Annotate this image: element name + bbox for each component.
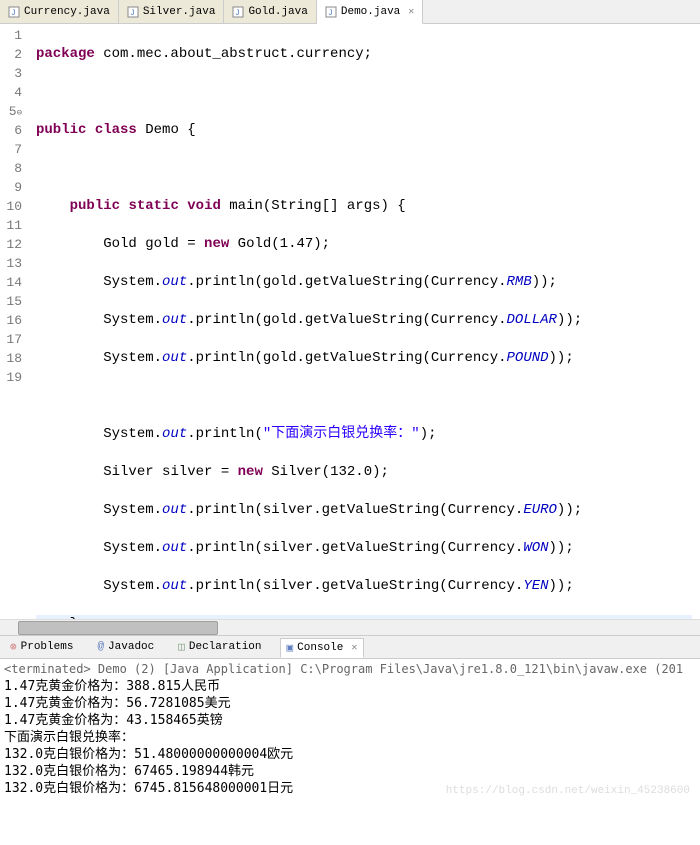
java-file-icon: J [8, 6, 20, 18]
code-line: System.out.println(gold.getValueString(C… [36, 273, 692, 292]
line-number: 18 [4, 349, 22, 368]
java-file-icon: J [325, 6, 337, 18]
tab-label: Silver.java [143, 6, 216, 18]
tab-gold[interactable]: J Gold.java [224, 0, 316, 23]
code-line [36, 387, 692, 406]
view-tabs: ⊗ Problems @ Javadoc ◫ Declaration ▣ Con… [0, 635, 700, 659]
svg-text:J: J [328, 9, 333, 18]
tab-silver[interactable]: J Silver.java [119, 0, 225, 23]
code-line: package com.mec.about_abstruct.currency; [36, 45, 692, 64]
code-line: System.out.println("下面演示白银兑换率："); [36, 425, 692, 444]
code-line: public class Demo { [36, 121, 692, 140]
fold-icon[interactable]: ⊖ [17, 108, 22, 118]
line-number: 5⊖ [4, 102, 22, 121]
java-file-icon: J [127, 6, 139, 18]
close-icon[interactable]: ✕ [408, 6, 414, 18]
line-number: 1 [4, 26, 22, 45]
code-line: System.out.println(silver.getValueString… [36, 539, 692, 558]
horizontal-scrollbar[interactable] [0, 619, 700, 635]
line-number: 3 [4, 64, 22, 83]
code-line: System.out.println(silver.getValueString… [36, 501, 692, 520]
view-label: Declaration [189, 641, 262, 653]
view-label: Problems [21, 641, 74, 653]
code-line: System.out.println(gold.getValueString(C… [36, 311, 692, 330]
problems-icon: ⊗ [10, 640, 17, 654]
code-line: System.out.println(silver.getValueString… [36, 577, 692, 596]
code-line: System.out.println(gold.getValueString(C… [36, 349, 692, 368]
view-problems[interactable]: ⊗ Problems [4, 638, 79, 656]
line-number: 9 [4, 178, 22, 197]
editor-tabs: J Currency.java J Silver.java J Gold.jav… [0, 0, 700, 24]
svg-text:J: J [235, 9, 240, 18]
line-number: 15 [4, 292, 22, 311]
svg-text:J: J [130, 9, 135, 18]
line-number: 4 [4, 83, 22, 102]
console-panel: <terminated> Demo (2) [Java Application]… [0, 659, 700, 799]
console-header: <terminated> Demo (2) [Java Application]… [4, 661, 696, 678]
view-label: Javadoc [108, 641, 154, 653]
line-gutter: 1 2 3 4 5⊖ 6 7 8 9 10 11 12 13 14 15 16 … [0, 24, 28, 619]
console-output-line: 1.47克黄金价格为：56.7281085美元 [4, 695, 696, 712]
tab-label: Gold.java [248, 6, 307, 18]
code-line-active: } [36, 615, 692, 619]
tab-label: Currency.java [24, 6, 110, 18]
console-icon: ▣ [287, 641, 294, 655]
code-editor[interactable]: 1 2 3 4 5⊖ 6 7 8 9 10 11 12 13 14 15 16 … [0, 24, 700, 619]
line-number: 2 [4, 45, 22, 64]
javadoc-icon: @ [97, 641, 104, 653]
svg-text:J: J [11, 9, 16, 18]
console-output-line: 1.47克黄金价格为：388.815人民币 [4, 678, 696, 695]
tab-demo[interactable]: J Demo.java ✕ [317, 0, 423, 24]
close-icon[interactable]: ✕ [351, 642, 357, 654]
declaration-icon: ◫ [178, 640, 185, 654]
line-number: 12 [4, 235, 22, 254]
view-label: Console [297, 642, 343, 654]
line-number: 16 [4, 311, 22, 330]
line-number: 13 [4, 254, 22, 273]
tab-currency[interactable]: J Currency.java [0, 0, 119, 23]
line-number: 19 [4, 368, 22, 387]
tab-label: Demo.java [341, 6, 400, 18]
code-line [36, 159, 692, 178]
code-line: public static void main(String[] args) { [36, 197, 692, 216]
console-output-line: 1.47克黄金价格为：43.158465英镑 [4, 712, 696, 729]
line-number: 7 [4, 140, 22, 159]
code-area[interactable]: package com.mec.about_abstruct.currency;… [28, 24, 700, 619]
java-file-icon: J [232, 6, 244, 18]
line-number: 8 [4, 159, 22, 178]
view-console[interactable]: ▣ Console ✕ [280, 638, 365, 658]
line-number: 6 [4, 121, 22, 140]
view-javadoc[interactable]: @ Javadoc [91, 639, 160, 655]
code-line [36, 83, 692, 102]
console-output-line: 下面演示白银兑换率： [4, 729, 696, 746]
line-number: 11 [4, 216, 22, 235]
code-line: Gold gold = new Gold(1.47); [36, 235, 692, 254]
console-output-line: 132.0克白银价格为：67465.198944韩元 [4, 763, 696, 780]
view-declaration[interactable]: ◫ Declaration [172, 638, 267, 656]
line-number: 14 [4, 273, 22, 292]
line-number: 17 [4, 330, 22, 349]
code-line: Silver silver = new Silver(132.0); [36, 463, 692, 482]
console-output-line: 132.0克白银价格为：51.48000000000004欧元 [4, 746, 696, 763]
line-number: 10 [4, 197, 22, 216]
scrollbar-thumb[interactable] [18, 621, 218, 635]
